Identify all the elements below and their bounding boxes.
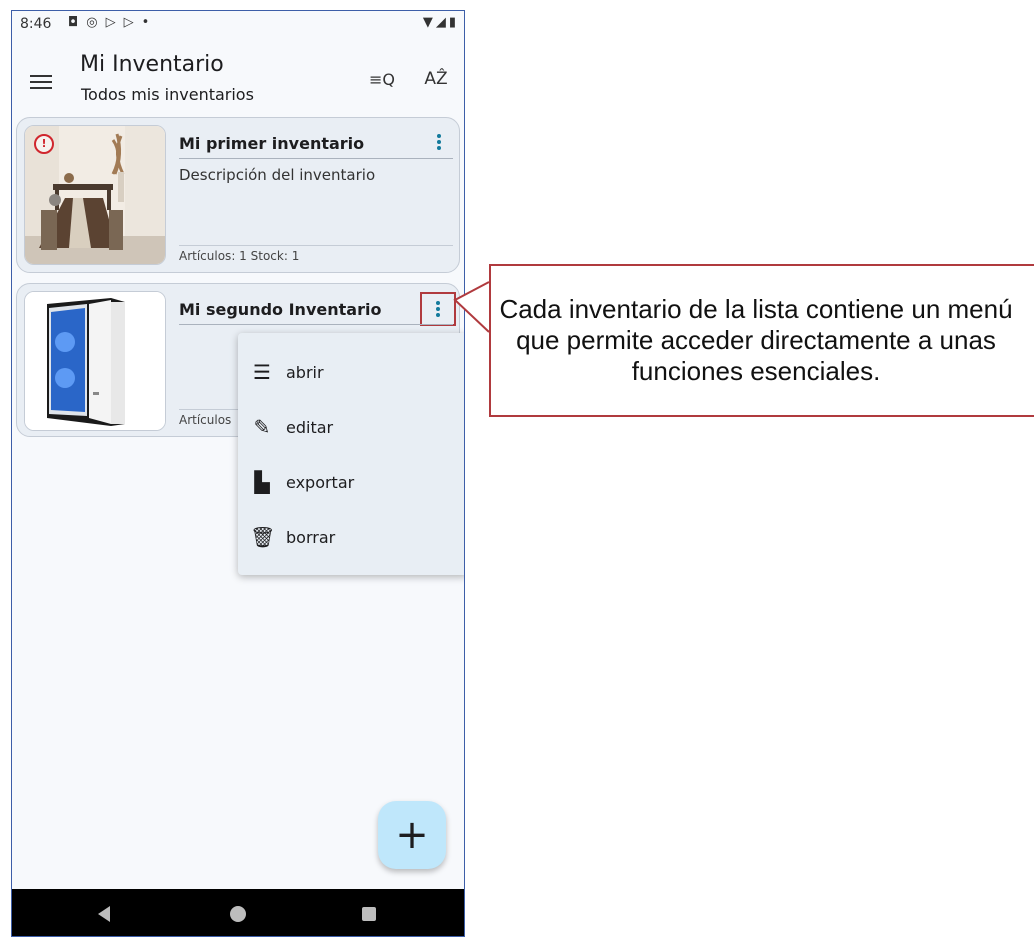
annotation-callout: Cada inventario de la lista contiene un …	[489, 264, 1034, 417]
callout-connector	[453, 281, 490, 333]
callout-text: Cada inventario de la lista contiene un …	[499, 294, 1013, 386]
